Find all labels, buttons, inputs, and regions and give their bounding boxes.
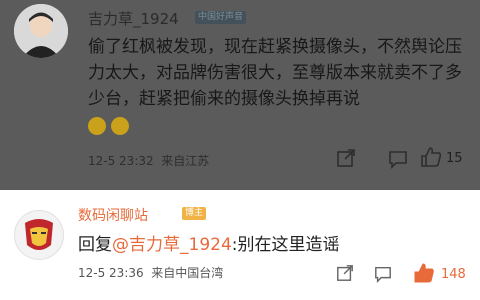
blogger-badge: 博主 [182, 207, 207, 220]
location: 来自中国台湾 [151, 266, 224, 280]
share-icon[interactable] [336, 148, 356, 172]
user-badge: 中国好声音 [195, 11, 247, 24]
person-avatar-icon [14, 4, 68, 58]
username[interactable]: 吉力草_1924 [88, 8, 179, 29]
comment-text: 偷了红枫被发现，现在赶紧换摄像头，不然舆论压力太大，对品牌伤害很大，至尊版本来就… [88, 34, 463, 140]
grin-emoji-icon [88, 117, 106, 135]
reply-icon[interactable] [374, 265, 392, 287]
comment-item: 数码闲聊站 博主 回复@吉力草_1924:别在这里造谣 12-5 23:36 来… [0, 190, 480, 300]
mention-link[interactable]: @吉力草_1924 [112, 235, 232, 255]
comment-item: 吉力草_1924 中国好声音 偷了红枫被发现，现在赶紧换摄像头，不然舆论压力太大… [0, 0, 480, 190]
like-count: 15 [446, 151, 463, 166]
emoji-row [88, 114, 463, 140]
grin-emoji-icon [111, 117, 129, 135]
timestamp: 12-5 23:36 [78, 266, 144, 280]
like-count: 148 [441, 267, 466, 282]
share-icon[interactable] [336, 264, 354, 286]
avatar[interactable] [14, 4, 68, 58]
username[interactable]: 数码闲聊站 [78, 205, 148, 225]
reply-icon[interactable] [388, 149, 408, 173]
comment-meta: 12-5 23:36 来自中国台湾 [78, 264, 223, 281]
thumbs-up-icon[interactable] [420, 146, 442, 172]
timestamp: 12-5 23:32 [88, 154, 154, 168]
comment-text: 回复@吉力草_1924:别在这里造谣 [78, 235, 340, 255]
iron-man-avatar-icon [15, 211, 63, 259]
reply-prefix: 回复 [78, 235, 112, 255]
comment-meta: 12-5 23:32 来自江苏 [88, 152, 209, 169]
thumbs-up-icon[interactable] [413, 262, 435, 288]
avatar[interactable] [14, 210, 64, 260]
location: 来自江苏 [161, 154, 210, 168]
